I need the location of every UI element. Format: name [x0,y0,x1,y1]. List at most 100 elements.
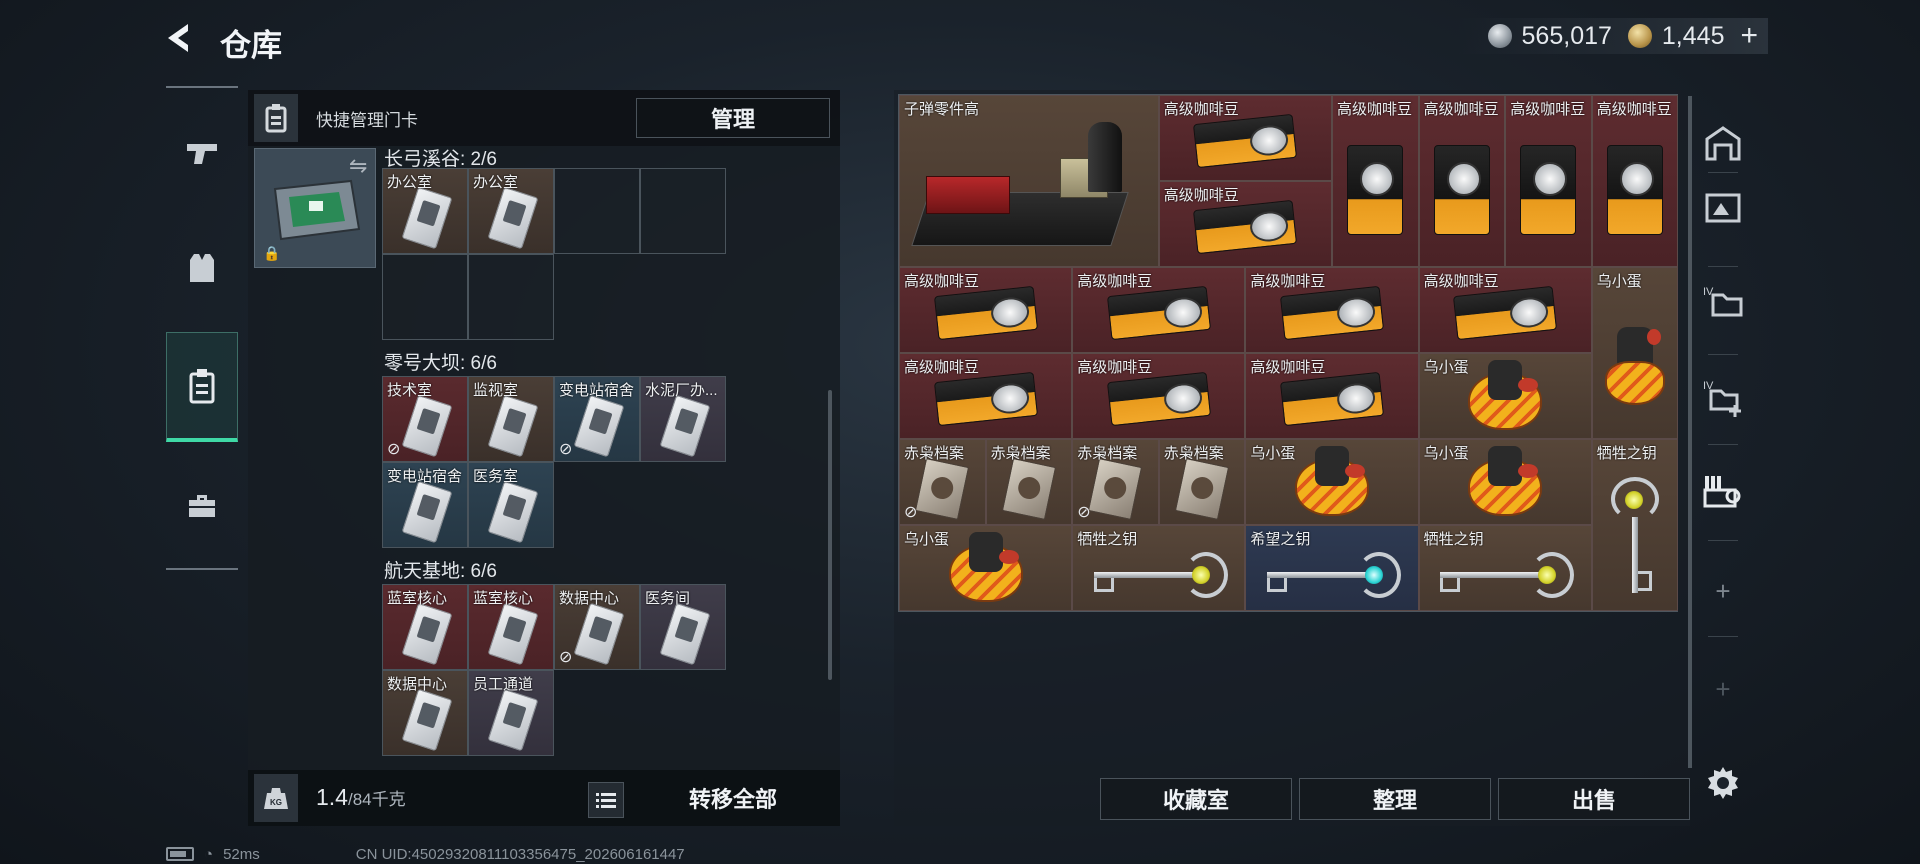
list-view-button[interactable] [588,782,624,818]
stash-item[interactable]: 高级咖啡豆 [1158,181,1332,267]
coffee-bean-bag-icon [1347,144,1404,235]
stash-item[interactable]: 高级咖啡豆 [1245,353,1419,439]
keycard-cell[interactable]: 监视室 [468,376,554,462]
stash-item[interactable]: 牺牲之钥 [1072,525,1246,611]
keycard-cell[interactable]: 员工通道 [468,670,554,756]
pistol-icon [187,144,217,164]
keycard-holder-icon [254,94,298,142]
keycard-cell[interactable]: 医务室 [468,462,554,548]
bird-egg-icon [1468,360,1543,431]
keycard-cell[interactable]: 蓝室核心 [382,584,468,670]
add-currency-button[interactable]: + [1740,21,1758,51]
coffee-bean-bag-icon [933,286,1038,341]
bird-egg-icon [948,532,1023,603]
keycard-cell[interactable]: 蓝室核心 [468,584,554,670]
stash-item[interactable]: 赤枭档案 [1158,439,1246,525]
stash-item[interactable]: 高级咖啡豆 [1245,267,1419,353]
bound-lock-icon: ⊘ [387,441,401,458]
transfer-all-button[interactable]: 转移全部 [636,778,830,818]
nav-weapons[interactable] [166,112,238,196]
stash-item[interactable]: 高级咖啡豆 [1505,95,1592,267]
stash-item[interactable]: 高级咖啡豆 [899,267,1073,353]
keycard-cell[interactable]: 数据中心 [382,670,468,756]
nav-keycards[interactable] [166,332,238,442]
coffee-bean-bag-icon [1607,144,1664,235]
stash-item[interactable]: 乌小蛋 [1591,267,1679,439]
bound-lock-icon: ⊘ [1077,504,1091,521]
keycard-label: 蓝室核心 [387,590,448,607]
top-bar: 仓库 565,017 1,445 + [0,0,1920,80]
ammo-crate-icon[interactable] [1698,182,1748,232]
stash-scrollbar[interactable] [1688,96,1692,768]
coffee-bean-bag-icon [1279,286,1385,341]
bird-egg-icon [1294,446,1369,517]
stash-item[interactable]: 牺牲之钥 [1418,525,1592,611]
stash-item-label: 高级咖啡豆 [1077,273,1153,290]
keycard-image [573,602,625,666]
keycard-label: 技术室 [387,382,433,399]
keycard-cell[interactable]: 办公室 [468,168,554,254]
add-folder-iv-icon[interactable]: IV [1698,372,1748,422]
battery-icon [166,847,194,861]
stash-item[interactable]: 高级咖啡豆 [1332,95,1419,267]
stash-item[interactable]: 高级咖啡豆 [1418,95,1506,267]
stash-item[interactable]: 高级咖啡豆 [899,353,1073,439]
add-tab-icon[interactable]: + [1698,566,1748,616]
keycard-label: 水泥厂办... [645,382,718,399]
panel-scrollbar[interactable] [828,390,832,680]
swap-icon[interactable]: ⇋ [349,153,367,179]
keycard-cell[interactable]: 数据中心 ⊘ [554,584,640,670]
stash-item-label: 高级咖啡豆 [1163,187,1239,204]
list-icon [596,793,616,808]
organize-button[interactable]: 整理 [1299,778,1491,820]
keycard-cell[interactable]: 变电站宿舍 [382,462,468,548]
keys-tab-icon[interactable] [1698,466,1748,516]
add-tab-icon[interactable]: + [1698,664,1748,714]
keycard-case-slot[interactable]: ⇋ 🔒 [254,148,376,268]
stash-item[interactable]: 高级咖啡豆 [1072,353,1246,439]
nav-equipment[interactable] [166,226,238,310]
lock-icon: 🔒 [263,245,281,261]
stash-item[interactable]: 高级咖啡豆 [1591,95,1679,267]
keycard-image [401,186,453,250]
stash-item[interactable]: 高级咖啡豆 [1072,267,1246,353]
collection-room-button[interactable]: 收藏室 [1100,778,1292,820]
back-arrow-icon[interactable] [160,18,200,58]
stash-item[interactable]: 赤枭档案 ⊘ [1072,439,1159,525]
stash-item[interactable]: 赤枭档案 ⊘ [899,439,986,525]
keycard-label: 员工通道 [473,676,534,693]
stash-item-label: 高级咖啡豆 [1423,273,1499,290]
section-title: 航天基地: 6/6 [384,561,497,582]
keycard-cell[interactable]: 医务间 [640,584,726,670]
keycard-cell[interactable]: 水泥厂办... [640,376,726,462]
keycard-cell[interactable]: 技术室 ⊘ [382,376,468,462]
keycard-cell[interactable]: 办公室 [382,168,468,254]
stash-item[interactable]: 乌小蛋 [899,525,1073,611]
stash-item[interactable]: 高级咖啡豆 [1158,95,1332,181]
storage-unit-icon[interactable] [1698,118,1748,168]
manage-button[interactable]: 管理 [636,98,830,138]
keycard-label: 监视室 [473,382,519,399]
stash-item[interactable]: 高级咖啡豆 [1418,267,1592,353]
stash-item[interactable]: 乌小蛋 [1418,353,1592,439]
stash-item[interactable]: 希望之钥 [1245,525,1419,611]
weight-readout: 1.4/84千克 [316,784,406,811]
stash-item[interactable]: 乌小蛋 [1245,439,1419,525]
stash-item-label: 乌小蛋 [1423,445,1469,462]
keycard-image [487,602,539,666]
keycard-image [659,394,711,458]
stash-item[interactable]: 牺牲之钥 [1591,439,1679,611]
ornate-key-icon [1257,548,1407,602]
settings-gear-icon[interactable] [1698,758,1748,808]
page-title: 仓库 [220,28,282,63]
keycard-label: 医务室 [473,468,519,485]
nav-toolbox[interactable] [166,464,238,548]
keycard-icon [189,368,215,403]
folder-iv-icon[interactable]: IV [1698,276,1748,326]
stash-item[interactable]: 赤枭档案 [985,439,1073,525]
stash-item[interactable]: 子弹零件高 [899,95,1159,267]
stash-item[interactable]: 乌小蛋 [1418,439,1592,525]
bound-lock-icon: ⊘ [559,441,573,458]
sell-button[interactable]: 出售 [1498,778,1690,820]
keycard-cell[interactable]: 变电站宿舍 ⊘ [554,376,640,462]
